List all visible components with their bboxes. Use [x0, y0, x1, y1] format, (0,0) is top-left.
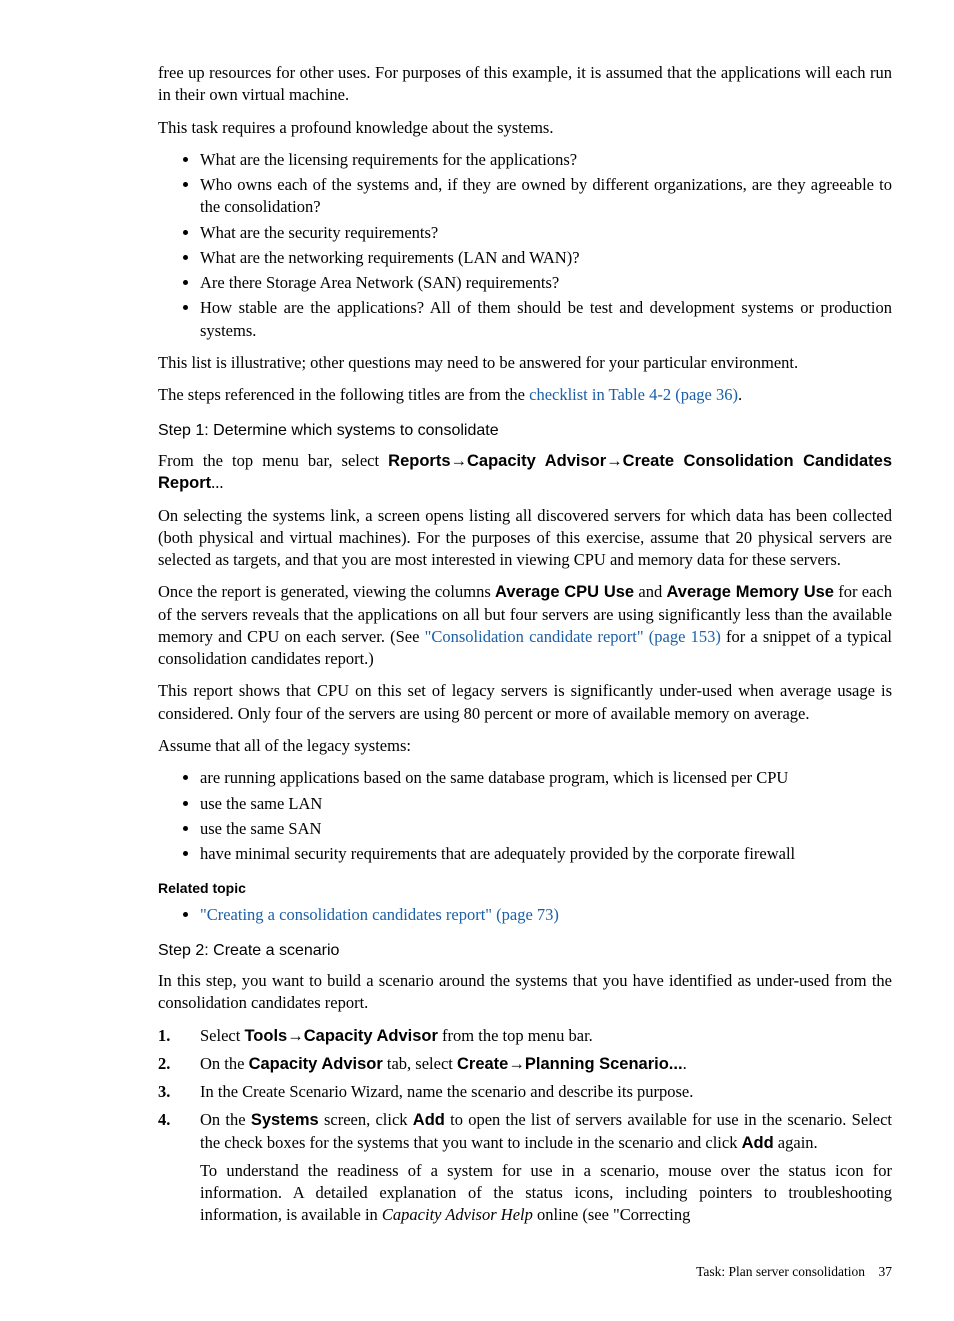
step2-heading: Step 2: Create a scenario	[158, 940, 892, 962]
arrow-icon: →	[287, 1026, 304, 1045]
tab-name: Capacity Advisor	[249, 1055, 383, 1073]
paragraph: free up resources for other uses. For pu…	[158, 62, 892, 107]
arrow-icon: →	[451, 451, 468, 470]
list-item: "Creating a consolidation candidates rep…	[200, 904, 892, 926]
list-item: What are the security requirements?	[200, 222, 892, 244]
doc-title: Capacity Advisor Help	[382, 1205, 533, 1224]
question-list: What are the licensing requirements for …	[158, 149, 892, 342]
menu-path: Reports	[388, 452, 450, 470]
list-item: How stable are the applications? All of …	[200, 297, 892, 342]
text: The steps referenced in the following ti…	[158, 385, 529, 404]
menu-path: Tools	[244, 1027, 287, 1045]
procedure-step: On the Systems screen, click Add to open…	[158, 1109, 892, 1226]
related-topic-heading: Related topic	[158, 879, 892, 898]
procedure-step: On the Capacity Advisor tab, select Crea…	[158, 1053, 892, 1075]
menu-path: Capacity Advisor	[304, 1027, 438, 1045]
text: Once the report is generated, viewing th…	[158, 582, 495, 601]
paragraph: This report shows that CPU on this set o…	[158, 680, 892, 725]
text: .	[738, 385, 742, 404]
paragraph: From the top menu bar, select Reports→Ca…	[158, 450, 892, 495]
cross-ref-link[interactable]: "Consolidation candidate report" (page 1…	[425, 627, 721, 646]
text: and	[634, 582, 666, 601]
step1-heading: Step 1: Determine which systems to conso…	[158, 420, 892, 442]
text: again.	[774, 1133, 818, 1152]
text: Select	[200, 1026, 244, 1045]
paragraph: Once the report is generated, viewing th…	[158, 581, 892, 670]
column-name: Average CPU Use	[495, 583, 634, 601]
screen-name: Systems	[251, 1111, 319, 1129]
footer-task-label: Task: Plan server consolidation	[696, 1264, 865, 1279]
cross-ref-link[interactable]: "Creating a consolidation candidates rep…	[200, 905, 559, 924]
paragraph: On selecting the systems link, a screen …	[158, 505, 892, 572]
list-item: Who owns each of the systems and, if the…	[200, 174, 892, 219]
button-name: Add	[413, 1111, 445, 1129]
list-item: Are there Storage Area Network (SAN) req…	[200, 272, 892, 294]
menu-path: Capacity Advisor	[467, 452, 606, 470]
paragraph: In this step, you want to build a scenar…	[158, 970, 892, 1015]
procedure-step: In the Create Scenario Wizard, name the …	[158, 1081, 892, 1103]
text: On the	[200, 1054, 249, 1073]
page-footer: Task: Plan server consolidation 37	[158, 1263, 892, 1281]
arrow-icon: →	[606, 451, 623, 470]
related-topic-list: "Creating a consolidation candidates rep…	[158, 904, 892, 926]
text: ...	[211, 473, 223, 492]
button-name: Add	[742, 1134, 774, 1152]
list-item: have minimal security requirements that …	[200, 843, 892, 865]
text: On the	[200, 1110, 251, 1129]
text: from the top menu bar.	[438, 1026, 593, 1045]
text: tab, select	[383, 1054, 457, 1073]
menu-path: Planning Scenario...	[525, 1055, 683, 1073]
list-item: What are the licensing requirements for …	[200, 149, 892, 171]
paragraph: The steps referenced in the following ti…	[158, 384, 892, 406]
text: screen, click	[319, 1110, 413, 1129]
list-item: use the same SAN	[200, 818, 892, 840]
list-item: use the same LAN	[200, 793, 892, 815]
text: From the top menu bar, select	[158, 451, 388, 470]
list-item: What are the networking requirements (LA…	[200, 247, 892, 269]
list-item: are running applications based on the sa…	[200, 767, 892, 789]
paragraph: Assume that all of the legacy systems:	[158, 735, 892, 757]
arrow-icon: →	[508, 1054, 525, 1073]
paragraph: This list is illustrative; other questio…	[158, 352, 892, 374]
text: .	[683, 1054, 687, 1073]
paragraph: This task requires a profound knowledge …	[158, 117, 892, 139]
procedure-step: Select Tools→Capacity Advisor from the t…	[158, 1025, 892, 1047]
cross-ref-link[interactable]: checklist in Table 4-2 (page 36)	[529, 385, 738, 404]
menu-path: Create	[457, 1055, 508, 1073]
column-name: Average Memory Use	[666, 583, 834, 601]
procedure-substep: To understand the readiness of a system …	[200, 1160, 892, 1227]
text: online (see "Correcting	[533, 1205, 690, 1224]
assumption-list: are running applications based on the sa…	[158, 767, 892, 865]
procedure-list: Select Tools→Capacity Advisor from the t…	[158, 1025, 892, 1227]
page-number: 37	[879, 1264, 893, 1279]
